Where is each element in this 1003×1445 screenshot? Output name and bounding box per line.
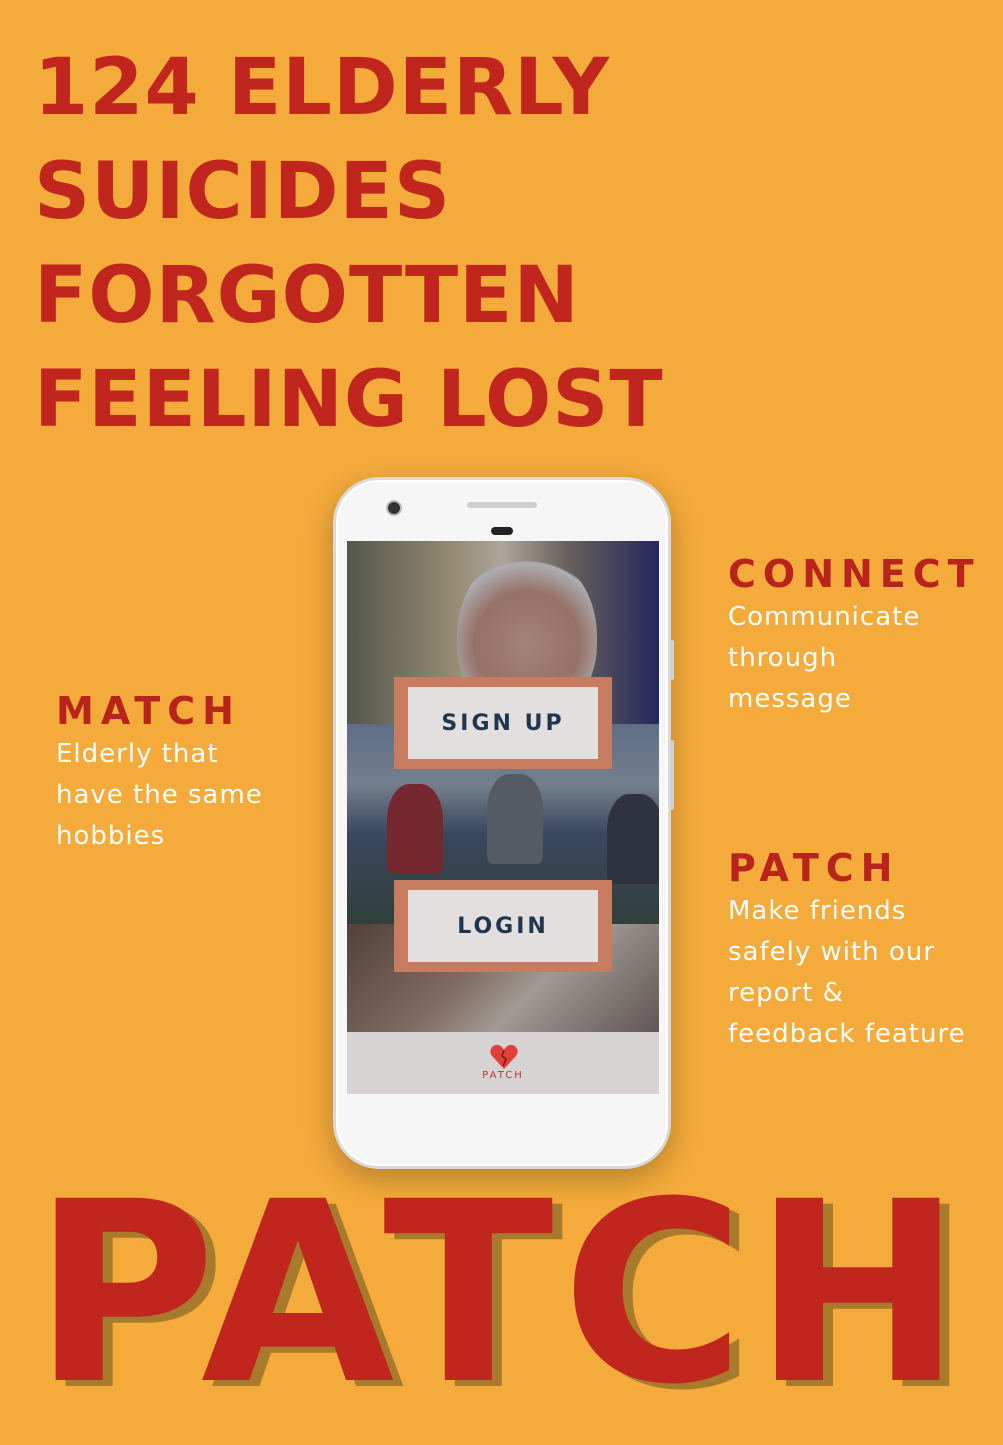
feature-match-desc: Elderly that have the same hobbies [56,739,263,851]
phone-sensor [491,527,513,535]
headline: 124 ELDERLY SUICIDES FORGOTTEN FEELING L… [34,36,664,452]
app-logo-text: PATCH [482,1070,524,1081]
feature-patch-title: PATCH [728,846,900,890]
phone-mockup: SIGN UP LOGIN PATCH [333,477,674,1169]
heart-logo-icon [490,1044,518,1069]
app-screen: SIGN UP LOGIN PATCH [347,541,659,1094]
app-footer: PATCH [347,1032,659,1094]
feature-patch: PATCH Make friends safely with our repor… [728,845,966,1055]
camera-icon [386,500,402,516]
feature-connect-desc: Communicate through message [728,602,921,714]
login-button[interactable]: LOGIN [394,880,612,972]
feature-connect-title: CONNECT [728,552,981,596]
headline-line-4: FEELING LOST [34,355,664,445]
sign-up-label: SIGN UP [408,687,598,759]
phone-side-button [670,640,674,680]
headline-line-2: SUICIDES [34,147,452,237]
brand-wordmark-text: PATCH [32,1148,971,1439]
phone-volume-button [670,740,674,810]
login-label: LOGIN [408,890,598,962]
feature-match: MATCH Elderly that have the same hobbies [56,688,263,857]
feature-patch-desc: Make friends safely with our report & fe… [728,896,966,1049]
brand-wordmark: PATCH PATCH [0,1148,1003,1439]
headline-line-1: 124 ELDERLY [34,43,611,133]
feature-match-title: MATCH [56,689,241,733]
sign-up-button[interactable]: SIGN UP [394,677,612,769]
headline-line-3: FORGOTTEN [34,251,580,341]
feature-connect: CONNECT Communicate through message [728,551,981,720]
speaker-icon [467,502,537,508]
